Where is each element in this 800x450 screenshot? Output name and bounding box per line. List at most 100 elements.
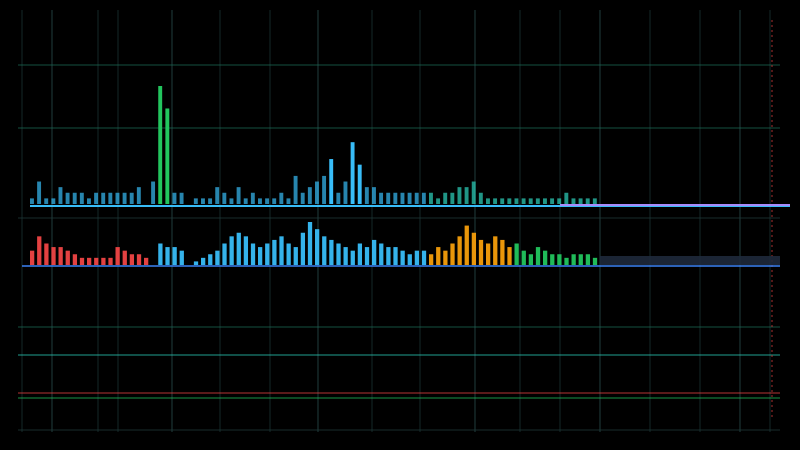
bar-upper xyxy=(272,198,277,204)
bar-upper xyxy=(379,192,384,204)
bar-lower xyxy=(478,239,484,265)
bar-upper xyxy=(236,187,241,204)
bar-lower xyxy=(179,250,184,265)
bar-lower xyxy=(307,222,313,265)
bar-upper xyxy=(300,192,305,204)
bar-upper xyxy=(585,198,590,204)
bar-lower xyxy=(464,225,469,265)
bar-upper xyxy=(30,198,34,204)
bar-upper xyxy=(550,198,555,204)
bar-lower xyxy=(429,254,434,265)
bar-lower xyxy=(393,247,398,265)
bar-lower xyxy=(243,236,249,265)
bar-upper xyxy=(414,192,419,204)
bar-upper xyxy=(87,198,91,204)
bar-upper xyxy=(571,198,576,204)
bar-lower xyxy=(193,261,199,265)
bar-upper xyxy=(136,187,141,204)
bar-upper xyxy=(201,198,205,204)
bar-upper xyxy=(478,192,483,204)
bar-lower xyxy=(222,243,227,265)
bar-lower xyxy=(315,229,320,265)
bar-upper xyxy=(493,198,498,204)
bar-upper xyxy=(557,198,562,204)
bar-upper xyxy=(457,187,462,204)
bar-upper xyxy=(115,192,120,204)
bar-upper xyxy=(528,198,533,204)
bar-lower xyxy=(208,254,213,265)
bar-lower xyxy=(336,243,341,265)
bar-lower xyxy=(379,243,384,265)
bar-lower xyxy=(443,250,448,265)
bar-upper xyxy=(471,181,476,204)
bar-upper xyxy=(507,198,512,204)
bar-lower xyxy=(250,243,256,265)
bar-upper xyxy=(122,192,127,204)
bar-upper xyxy=(421,192,426,204)
bar-upper xyxy=(364,187,369,204)
bar-lower xyxy=(236,232,241,265)
bar-upper xyxy=(108,192,113,204)
bar-lower xyxy=(507,247,512,265)
bar-lower xyxy=(571,254,576,265)
bar-lower xyxy=(329,239,334,265)
bar-lower xyxy=(564,257,569,265)
bar-upper xyxy=(65,192,70,204)
bar-lower xyxy=(528,254,534,265)
bar-upper xyxy=(258,198,262,204)
bar-lower xyxy=(486,243,491,265)
bar-upper xyxy=(322,175,327,204)
bar-upper xyxy=(250,192,255,204)
bar-upper xyxy=(543,198,547,204)
bar-upper xyxy=(129,192,134,204)
bar-lower xyxy=(350,250,355,265)
bar-lower xyxy=(30,250,35,265)
bar-lower xyxy=(436,247,441,265)
bar-upper xyxy=(592,198,597,204)
bar-upper xyxy=(222,192,227,204)
bar-upper xyxy=(343,181,348,204)
bar-upper xyxy=(151,181,156,204)
bar-upper xyxy=(336,192,341,204)
bar-upper xyxy=(101,192,106,204)
bar-lower xyxy=(557,254,562,265)
bar-lower xyxy=(386,247,391,265)
bar-lower xyxy=(364,247,370,265)
bar-upper xyxy=(443,192,448,204)
bar-upper xyxy=(350,142,355,204)
bar-upper xyxy=(514,198,519,204)
bar-upper xyxy=(58,187,63,204)
bar-upper xyxy=(37,181,42,204)
bar-lower xyxy=(108,257,113,265)
bar-lower xyxy=(136,254,142,265)
bar-upper xyxy=(72,192,77,204)
bar-upper xyxy=(564,192,569,204)
bar-lower xyxy=(279,236,284,265)
bar-lower xyxy=(94,257,99,265)
bar-upper xyxy=(79,192,84,204)
bar-upper xyxy=(307,187,312,204)
bar-upper xyxy=(400,192,405,204)
bar-lower xyxy=(550,254,555,265)
bar-upper xyxy=(293,175,298,204)
bar-lower xyxy=(578,254,583,265)
bar-lower xyxy=(493,236,498,265)
bar-upper xyxy=(486,198,490,204)
bar-upper xyxy=(279,192,284,204)
bar-upper xyxy=(286,198,291,204)
bar-upper xyxy=(521,198,526,204)
bar-upper xyxy=(172,192,177,204)
bar-upper xyxy=(429,192,433,204)
bar-upper xyxy=(407,192,412,204)
bar-upper xyxy=(243,198,248,204)
bar-lower xyxy=(543,250,548,265)
bar-upper xyxy=(208,198,213,204)
bar-lower xyxy=(414,250,420,265)
bar-upper xyxy=(94,192,99,204)
bar-lower xyxy=(122,250,127,265)
bar-lower xyxy=(201,257,206,265)
bar-upper xyxy=(436,198,441,204)
bar-lower xyxy=(585,254,591,265)
bar-lower xyxy=(343,247,348,265)
bar-lower xyxy=(37,236,42,265)
